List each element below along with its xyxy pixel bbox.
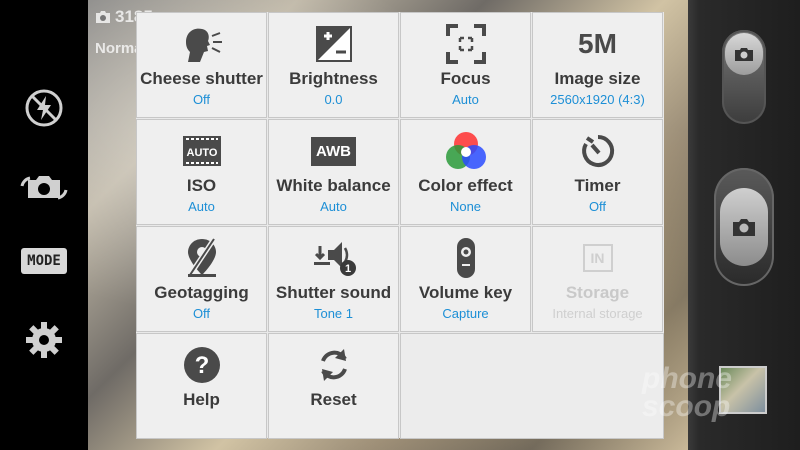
setting-value: 0.0: [324, 92, 343, 107]
geotagging-icon: [172, 235, 232, 281]
left-control-bar: MODE: [0, 0, 88, 450]
setting-value: 2560x1920 (4:3): [550, 92, 645, 107]
iso-icon: AUTO: [172, 128, 232, 174]
setting-timer[interactable]: Timer Off: [532, 119, 663, 225]
gear-icon[interactable]: [20, 320, 68, 360]
camera-video-toggle[interactable]: [722, 30, 766, 124]
setting-label: Storage: [565, 283, 630, 302]
focus-icon: [436, 21, 496, 67]
svg-text:AUTO: AUTO: [186, 147, 217, 159]
timer-icon: [568, 128, 628, 174]
image-size-icon: 5M: [578, 28, 617, 59]
cheese-shutter-icon: [172, 21, 232, 67]
switch-camera-icon[interactable]: [20, 168, 68, 208]
brightness-icon: [304, 21, 364, 67]
setting-help[interactable]: ? Help: [136, 333, 267, 439]
camera-icon: [720, 188, 768, 266]
reset-icon: [304, 342, 364, 388]
setting-reset[interactable]: Reset: [268, 333, 399, 439]
camera-icon: [725, 33, 763, 75]
setting-value: Tone 1: [313, 306, 354, 321]
empty-cell: [400, 333, 664, 439]
setting-value: Internal storage: [552, 306, 643, 321]
setting-label: Timer: [574, 176, 621, 195]
setting-label: Help: [183, 390, 220, 409]
setting-image-size[interactable]: 5M Image size 2560x1920 (4:3): [532, 12, 663, 118]
svg-text:?: ?: [194, 352, 209, 379]
watermark: phone scoop: [642, 362, 732, 423]
setting-label: ISO: [186, 176, 217, 195]
setting-label: Cheese shutter: [140, 69, 263, 88]
setting-value: Auto: [452, 92, 479, 107]
setting-label: Shutter sound: [275, 283, 392, 302]
setting-label: Image size: [554, 69, 641, 88]
setting-label: Brightness: [289, 69, 378, 88]
setting-label: Geotagging: [154, 283, 249, 302]
setting-iso[interactable]: AUTO ISO Auto: [136, 119, 267, 225]
shutter-button[interactable]: [714, 168, 774, 286]
setting-focus[interactable]: Focus Auto: [400, 12, 531, 118]
volume-key-icon: [436, 235, 496, 281]
color-effect-icon: [436, 128, 496, 174]
setting-label: Color effect: [418, 176, 513, 195]
setting-value: None: [449, 199, 482, 214]
setting-label: Focus: [440, 69, 491, 88]
setting-shutter-sound[interactable]: 1 Shutter sound Tone 1: [268, 226, 399, 332]
setting-value: Off: [588, 199, 607, 214]
setting-cheese-shutter[interactable]: Cheese shutter Off: [136, 12, 267, 118]
svg-text:1: 1: [344, 263, 350, 275]
setting-color-effect[interactable]: Color effect None: [400, 119, 531, 225]
camera-icon: [96, 11, 110, 23]
setting-volume-key[interactable]: Volume key Capture: [400, 226, 531, 332]
setting-geotagging[interactable]: Geotagging Off: [136, 226, 267, 332]
white-balance-icon: AWB: [304, 128, 364, 174]
setting-value: Capture: [442, 306, 489, 321]
setting-label: Volume key: [418, 283, 513, 302]
setting-value: Off: [192, 92, 211, 107]
setting-label: White balance: [276, 176, 391, 195]
setting-label: Reset: [310, 390, 357, 409]
flash-off-icon[interactable]: [20, 88, 68, 128]
mode-button[interactable]: MODE: [21, 248, 67, 274]
setting-value: Off: [192, 306, 211, 321]
storage-icon: IN: [568, 235, 628, 281]
setting-white-balance[interactable]: AWB White balance Auto: [268, 119, 399, 225]
setting-storage: IN Storage Internal storage: [532, 226, 663, 332]
help-icon: ?: [172, 342, 232, 388]
setting-value: Auto: [188, 199, 215, 214]
shutter-sound-icon: 1: [304, 235, 364, 281]
settings-panel: Cheese shutter Off Brightness 0.0 Focus …: [136, 12, 664, 439]
setting-brightness[interactable]: Brightness 0.0: [268, 12, 399, 118]
setting-value: Auto: [320, 199, 347, 214]
